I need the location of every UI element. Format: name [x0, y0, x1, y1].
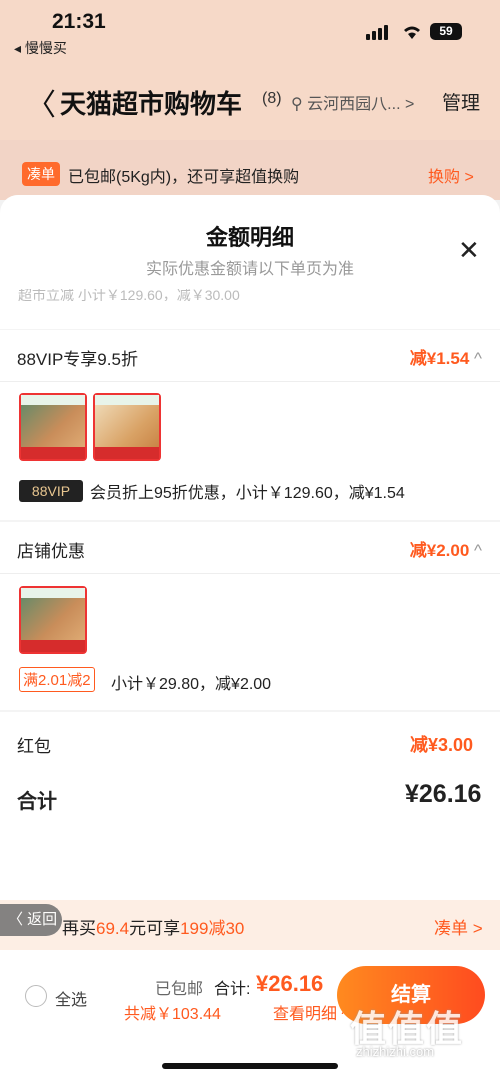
notice-text: 已包邮(5Kg内)，还可享超值换购: [68, 169, 300, 186]
shop-title: 店铺优惠: [17, 542, 85, 561]
total-label: 合计: [17, 791, 57, 813]
cart-count: (8): [262, 90, 282, 107]
swap-link[interactable]: 换购 >: [428, 163, 474, 187]
promo-mid: 元可享: [129, 919, 181, 938]
coudan-tag: 凑单: [22, 162, 60, 186]
reduce-label: 减: [410, 735, 428, 755]
clock: 21:31: [52, 10, 106, 33]
promo-deal: 199减30: [180, 919, 245, 938]
chevron-up-icon: ^: [474, 349, 482, 368]
cut-off-row: 超市立减 小计￥129.60，减￥30.00: [18, 289, 240, 301]
notice-bar: 凑单 已包邮(5Kg内)，还可享超值换购 换购 >: [0, 140, 500, 200]
select-all-label[interactable]: 全选: [55, 986, 87, 1010]
vip-title: 88VIP专享9.5折: [17, 350, 138, 369]
back-arrow-icon[interactable]: 〈: [26, 80, 56, 124]
sheet-subtitle: 实际优惠金额请以下单页为准: [145, 261, 354, 278]
back-to-app-link[interactable]: ◂ 慢慢买: [14, 38, 67, 58]
free-shipping-label: 已包邮: [155, 981, 204, 998]
chevron-up-icon: ^: [474, 541, 482, 560]
shop-amount: 减¥2.00 ^: [410, 536, 482, 561]
saved-amount: 共减￥103.44: [124, 1006, 221, 1023]
promo-amount: 69.4: [96, 919, 130, 938]
vip-amount-value: ¥1.54: [426, 349, 470, 368]
total-amount: ¥26.16: [405, 780, 482, 808]
signal-icon: [366, 25, 388, 40]
redpack-value: ¥3.00: [428, 735, 474, 755]
product-thumb[interactable]: [93, 393, 161, 461]
status-bar: 21:31 ◂ 慢慢买 59: [0, 0, 500, 60]
shop-row[interactable]: 店铺优惠 减¥2.00 ^: [0, 522, 500, 574]
promo-text: 再买69.4元可享199减30: [62, 914, 244, 939]
footer-total-value: ¥26.16: [256, 971, 324, 996]
redpack-amount: 减¥3.00: [410, 731, 473, 757]
discount-badge: 满2.01减2: [19, 667, 95, 692]
pin-icon: ⚲: [291, 96, 303, 113]
location-selector[interactable]: ⚲ 云河西园八... >: [291, 90, 414, 114]
footer-total-label: 合计:: [214, 981, 251, 998]
vip-row[interactable]: 88VIP专享9.5折 减¥1.54 ^: [0, 330, 500, 382]
product-thumb[interactable]: [19, 586, 87, 654]
sheet-header: 金额明细 实际优惠金额请以下单页为准 ✕ 超市立减 小计￥129.60，减￥30…: [0, 195, 500, 329]
wifi-icon: [404, 26, 420, 39]
manage-button[interactable]: 管理: [442, 88, 480, 115]
select-all-radio[interactable]: [25, 985, 47, 1007]
page-title: 天猫超市购物车: [60, 89, 243, 119]
redpack-label: 红包: [17, 737, 51, 756]
promo-pre: 再买: [62, 919, 96, 938]
shop-info: 小计￥29.80，减¥2.00: [111, 676, 272, 693]
vip-badge: 88VIP: [19, 480, 83, 502]
location-text: 云河西园八...: [307, 96, 401, 113]
sheet-title: 金额明细: [205, 225, 294, 250]
coudan-link[interactable]: 凑单 >: [434, 914, 483, 939]
home-indicator[interactable]: [162, 1063, 338, 1069]
shop-amount-value: ¥2.00: [426, 541, 470, 560]
floating-back-button[interactable]: 〈 返回: [0, 904, 62, 936]
vip-info: 会员折上95折优惠，小计￥129.60，减¥1.54: [90, 485, 405, 502]
chevron-right-icon: >: [404, 96, 415, 113]
watermark-url: zhizhizhi.com: [356, 1044, 435, 1059]
cart-header: 〈 天猫超市购物车 (8) ⚲ 云河西园八... > 管理: [0, 60, 500, 140]
product-thumb[interactable]: [19, 393, 87, 461]
reduce-label: 减: [409, 541, 427, 560]
vip-amount: 减¥1.54 ^: [410, 344, 482, 369]
battery-icon: 59: [430, 23, 462, 40]
close-icon[interactable]: ✕: [458, 235, 480, 266]
reduce-label: 减: [409, 349, 427, 368]
